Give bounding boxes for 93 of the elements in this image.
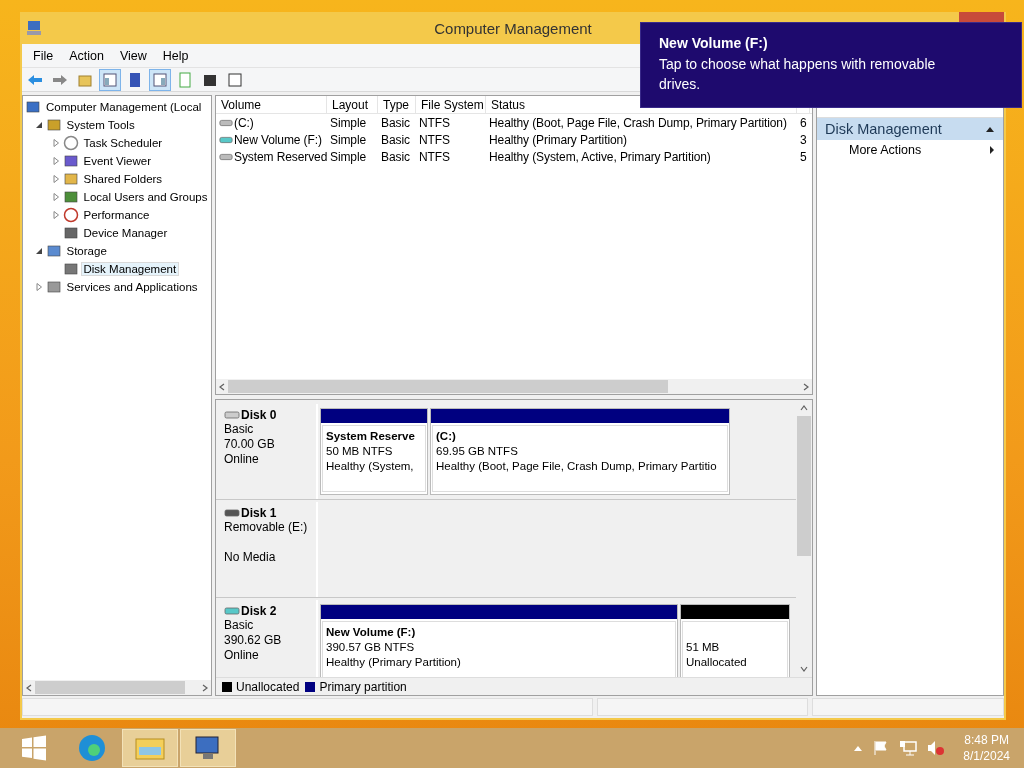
expand-arrow-icon[interactable] — [50, 192, 61, 202]
table-cell: Healthy (System, Active, Primary Partition) — [489, 149, 711, 164]
disk-info: Online — [224, 452, 260, 467]
tree-item[interactable]: Device Manager — [80, 226, 171, 240]
notification-title: New Volume (F:) — [659, 35, 769, 51]
tree-item[interactable]: Services and Applications — [63, 280, 201, 294]
scrollbar-thumb[interactable] — [228, 380, 668, 393]
disk-info: Removable (E:) — [224, 520, 309, 535]
table-cell: Basic — [381, 132, 410, 147]
table-cell: (C:) — [234, 115, 254, 130]
network-icon[interactable] — [899, 740, 918, 756]
table-cell: NTFS — [419, 149, 450, 164]
column-header[interactable]: Volume — [216, 96, 327, 113]
table-cell: 3 — [800, 132, 807, 147]
flag-icon[interactable] — [873, 740, 890, 756]
partition-info: Healthy (Primary Partition) — [326, 655, 462, 670]
expand-arrow-icon[interactable] — [50, 156, 61, 166]
table-cell: NTFS — [419, 115, 450, 130]
expand-arrow-icon[interactable] — [33, 282, 44, 292]
partition-info: 69.95 GB NTFS — [436, 444, 519, 459]
table-cell: New Volume (F:) — [234, 132, 322, 147]
column-header[interactable]: File System — [416, 96, 486, 113]
taskbar-button[interactable] — [180, 729, 236, 767]
caret-icon[interactable] — [853, 744, 864, 752]
windows-logo-icon[interactable] — [21, 735, 47, 761]
muted-speaker-icon[interactable] — [927, 740, 946, 756]
menu-item[interactable]: View — [112, 45, 154, 66]
partition-info: Healthy (System, — [326, 459, 415, 474]
tree-item[interactable]: Disk Management — [80, 262, 180, 276]
action-item[interactable]: More Actions — [817, 140, 1003, 160]
disk-info: 390.62 GB — [224, 633, 283, 648]
tree-item[interactable]: Shared Folders — [80, 172, 166, 186]
legend-label: Unallocated — [236, 679, 300, 694]
partition-title: System Reserve — [326, 429, 416, 444]
partition-title: (C:) — [436, 429, 457, 444]
table-cell: Healthy (Boot, Page File, Crash Dump, Primary Partition) — [489, 115, 787, 130]
disk-name: Disk 0 — [241, 408, 277, 422]
tree-item[interactable]: Local Users and Groups — [80, 190, 211, 204]
tree-item[interactable]: Performance — [80, 208, 153, 222]
table-cell: NTFS — [419, 132, 450, 147]
tree-item[interactable]: Event Viewer — [80, 154, 155, 168]
tree-item[interactable]: Computer Management (Local — [43, 100, 205, 114]
action-section[interactable]: Disk Management — [817, 118, 1003, 140]
table-cell: Simple — [330, 132, 367, 147]
disk-info: 70.00 GB — [224, 437, 276, 452]
caret-icon — [985, 125, 995, 133]
disk-name: Disk 2 — [241, 604, 277, 618]
disk-info: Basic — [224, 618, 255, 633]
panel-icon — [102, 71, 118, 88]
table-cell: Healthy (Primary Partition) — [489, 132, 627, 147]
partition-info: Unallocated — [686, 655, 748, 670]
drive-icon — [219, 117, 233, 128]
partition-block[interactable]: 51 MB Unallocated — [680, 604, 790, 677]
expand-arrow-icon[interactable] — [50, 138, 61, 148]
table-cell: Simple — [330, 115, 367, 130]
table-cell: Basic — [381, 115, 410, 130]
drive-icon — [219, 151, 233, 162]
tree-item[interactable]: System Tools — [63, 118, 138, 132]
menu-item[interactable]: Action — [62, 45, 111, 66]
expand-arrow-icon[interactable] — [50, 210, 61, 220]
table-cell: System Reserved — [234, 149, 328, 164]
notification-toast[interactable]: New Volume (F:) Tap to choose what happens with removable drives. — [640, 22, 1022, 108]
partition-block[interactable]: (C:) 69.95 GB NTFS Healthy (Boot, Page File, Crash Dump, Primary Partitio — [430, 408, 730, 495]
disk-info: Basic — [224, 422, 255, 437]
scrollbar-thumb[interactable] — [797, 416, 811, 556]
disk-info: Online — [224, 648, 260, 663]
partition-title: New Volume (F:) — [326, 625, 417, 640]
panel-icon — [152, 71, 168, 88]
disk-name: Disk 1 — [241, 506, 277, 520]
browser-icon[interactable] — [77, 733, 107, 763]
window-title: Computer Management — [433, 19, 593, 37]
expand-arrow-icon[interactable] — [50, 174, 61, 184]
menu-item[interactable]: Help — [155, 45, 196, 66]
tree-item[interactable]: Storage — [63, 244, 110, 258]
tree-item[interactable]: Task Scheduler — [80, 136, 166, 150]
partition-info: Healthy (Boot, Page File, Crash Dump, Primary Partitio — [436, 459, 718, 474]
column-header[interactable]: Type — [378, 96, 416, 113]
disk-info: No Media — [224, 550, 277, 565]
scrollbar-thumb[interactable] — [35, 681, 185, 694]
table-cell: 5 — [800, 149, 807, 164]
drive-icon — [219, 134, 233, 145]
partition-info: 51 MB — [686, 640, 721, 655]
partition-info: 390.57 GB NTFS — [326, 640, 416, 655]
table-cell: Basic — [381, 149, 410, 164]
table-cell: 6 — [800, 115, 807, 130]
partition-info: 50 MB NTFS — [326, 444, 394, 459]
partition-block[interactable]: New Volume (F:) 390.57 GB NTFS Healthy (Primary Partition) — [320, 604, 678, 677]
partition-block[interactable]: System Reserve 50 MB NTFS Healthy (System, — [320, 408, 428, 495]
notification-message: Tap to choose what happens with removable drives. — [659, 55, 937, 94]
column-header[interactable]: Layout — [327, 96, 378, 113]
table-cell: Simple — [330, 149, 367, 164]
menu-item[interactable]: File — [26, 45, 61, 66]
legend-label: Primary partition — [319, 679, 407, 694]
